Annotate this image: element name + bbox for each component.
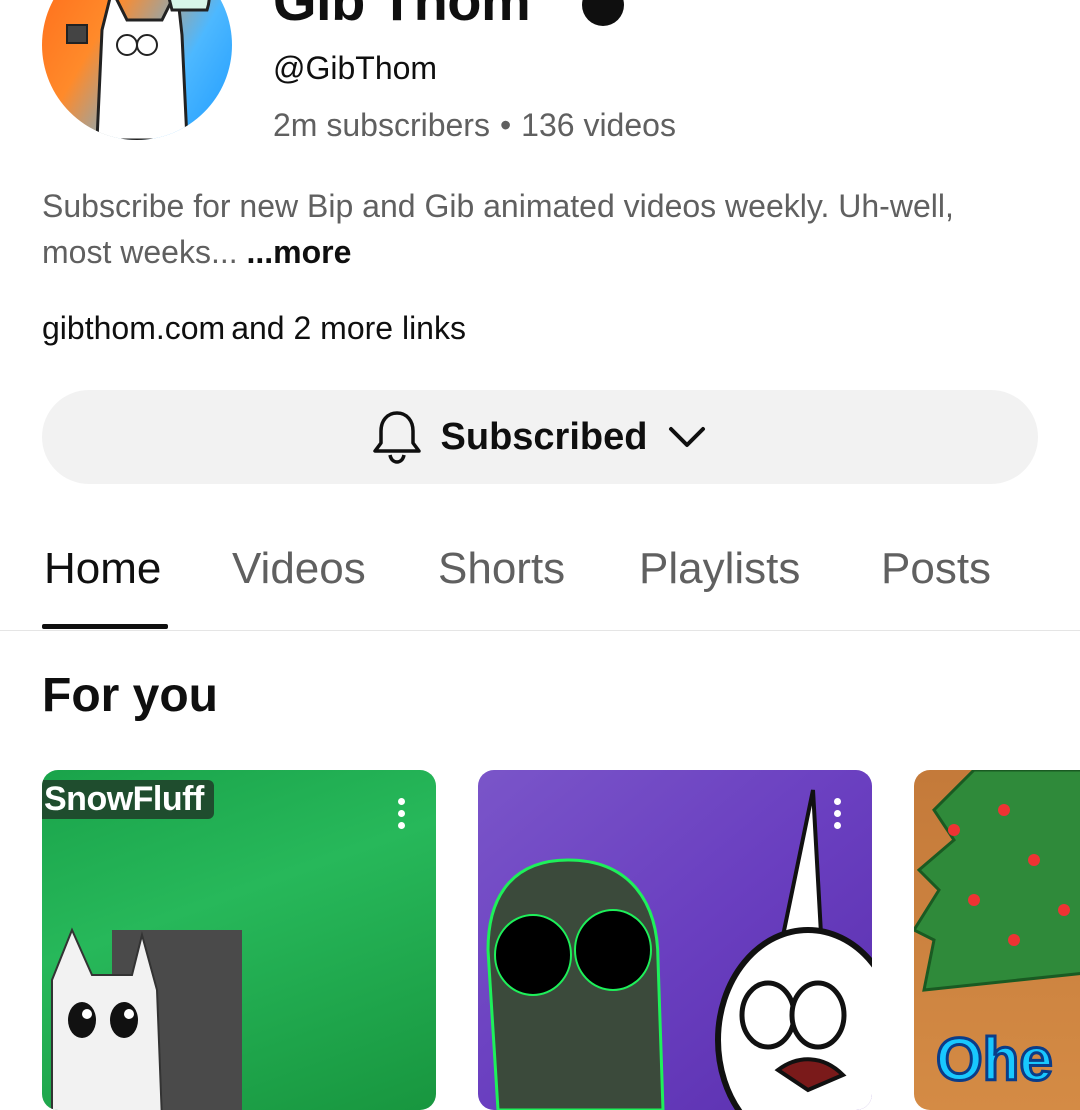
- channel-stats: 2m subscribers • 136 videos: [273, 107, 676, 144]
- avatar-illustration: [66, 0, 211, 140]
- tab-shorts[interactable]: Shorts: [438, 544, 565, 594]
- section-title: For you: [42, 669, 218, 722]
- primary-link[interactable]: gibthom.com: [42, 310, 225, 346]
- video-count: 136 videos: [521, 107, 676, 143]
- active-tab-indicator: [42, 624, 168, 629]
- video-card[interactable]: [478, 770, 872, 1110]
- subscribed-label: Subscribed: [440, 415, 648, 458]
- subscriber-count: 2m subscribers: [273, 107, 490, 143]
- channel-name: Gib Thom: [273, 0, 531, 32]
- subscribed-button[interactable]: Subscribed: [42, 390, 1038, 484]
- tab-videos[interactable]: Videos: [232, 544, 366, 594]
- channel-links[interactable]: gibthom.com and 2 more links: [42, 310, 466, 347]
- channel-tabs: Home Videos Shorts Playlists Posts: [0, 520, 1080, 631]
- channel-handle: @GibThom: [273, 50, 438, 86]
- thumbnail-text: SnowFluff: [42, 780, 214, 819]
- thumbnail-illustration: [486, 789, 872, 1110]
- more-links[interactable]: and 2 more links: [231, 310, 466, 346]
- tab-home[interactable]: Home: [44, 544, 161, 594]
- video-card[interactable]: SnowFluff: [42, 770, 436, 1110]
- verified-icon: [582, 0, 624, 26]
- tab-playlists[interactable]: Playlists: [639, 544, 800, 594]
- description-text: Subscribe for new Bip and Gib animated v…: [42, 188, 954, 270]
- more-vert-icon[interactable]: [396, 798, 406, 834]
- video-card[interactable]: Ohe: [914, 770, 1080, 1110]
- tab-posts[interactable]: Posts: [881, 544, 991, 594]
- channel-avatar[interactable]: [42, 0, 232, 140]
- thumbnail-text: Ohe: [935, 1025, 1055, 1095]
- thumbnail-illustration: [51, 927, 242, 1110]
- more-link[interactable]: ...more: [247, 234, 352, 270]
- chevron-down-icon: [669, 427, 706, 447]
- separator: •: [499, 107, 512, 143]
- bell-icon: [372, 411, 421, 464]
- channel-description[interactable]: Subscribe for new Bip and Gib animated v…: [42, 183, 1002, 275]
